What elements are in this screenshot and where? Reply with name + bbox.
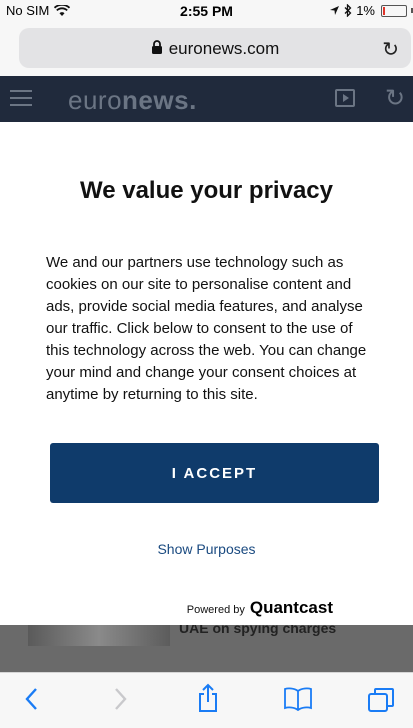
battery-icon [381,4,407,17]
tabs-icon[interactable] [367,687,395,713]
refresh-icon[interactable]: ↻ [385,84,405,113]
back-icon[interactable] [24,687,38,711]
bluetooth-icon [344,4,352,17]
play-icon[interactable] [335,89,355,107]
site-header: euronews. ↻ [0,76,413,122]
url-text: euronews.com [168,39,280,58]
status-right: 1% [329,3,413,18]
bookmarks-icon[interactable] [283,687,313,711]
dialog-title: We value your privacy [79,177,333,204]
dialog-body: We and our partners use technology such … [46,254,367,403]
consent-dialog: We value your privacy We and our partner… [0,122,413,625]
bottom-toolbar [0,672,413,728]
address-url[interactable]: euronews.com [19,39,411,59]
share-icon[interactable] [198,683,218,713]
reload-icon[interactable]: ↻ [382,37,399,62]
menu-icon[interactable] [10,90,32,111]
site-logo[interactable]: euronews. [68,85,197,116]
accept-button[interactable]: I ACCEPT [50,443,379,503]
status-bar: No SIM 2:55 PM 1% [0,0,413,22]
forward-icon[interactable] [114,687,128,711]
lock-icon [151,40,162,54]
address-bar[interactable]: euronews.com ↻ [19,28,411,68]
location-icon [330,6,340,15]
logo-bold: news. [122,85,197,115]
logo-light: euro [68,85,123,115]
quantcast-logo: Quantcast [249,598,333,617]
browser-address-area: euronews.com ↻ [0,22,413,76]
powered-by: Powered by Quantcast [187,598,333,618]
powered-by-label: Powered by [186,604,245,616]
show-purposes-link[interactable]: Show Purposes [0,541,413,557]
battery-percent: 1% [356,3,375,18]
